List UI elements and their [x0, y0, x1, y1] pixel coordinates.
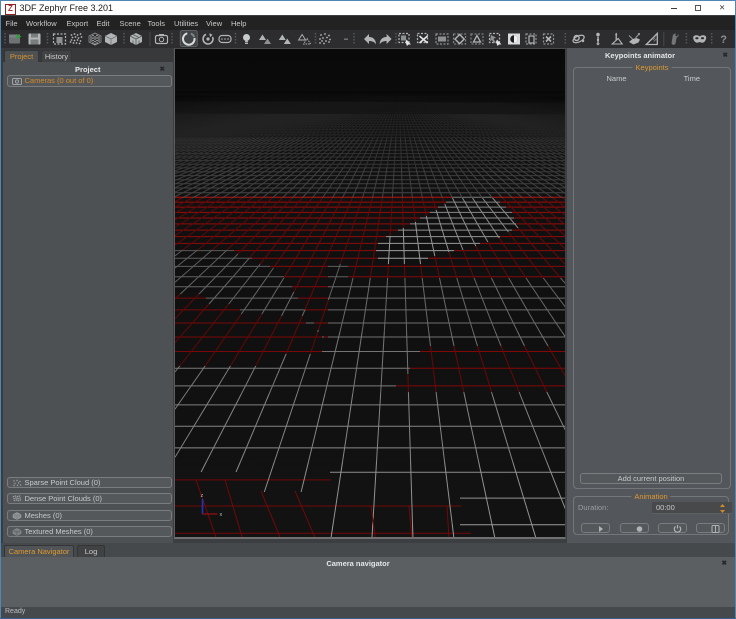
- svg-text:x: x: [220, 512, 223, 518]
- svg-text:z: z: [201, 493, 204, 499]
- svg-text:?: ?: [720, 34, 727, 46]
